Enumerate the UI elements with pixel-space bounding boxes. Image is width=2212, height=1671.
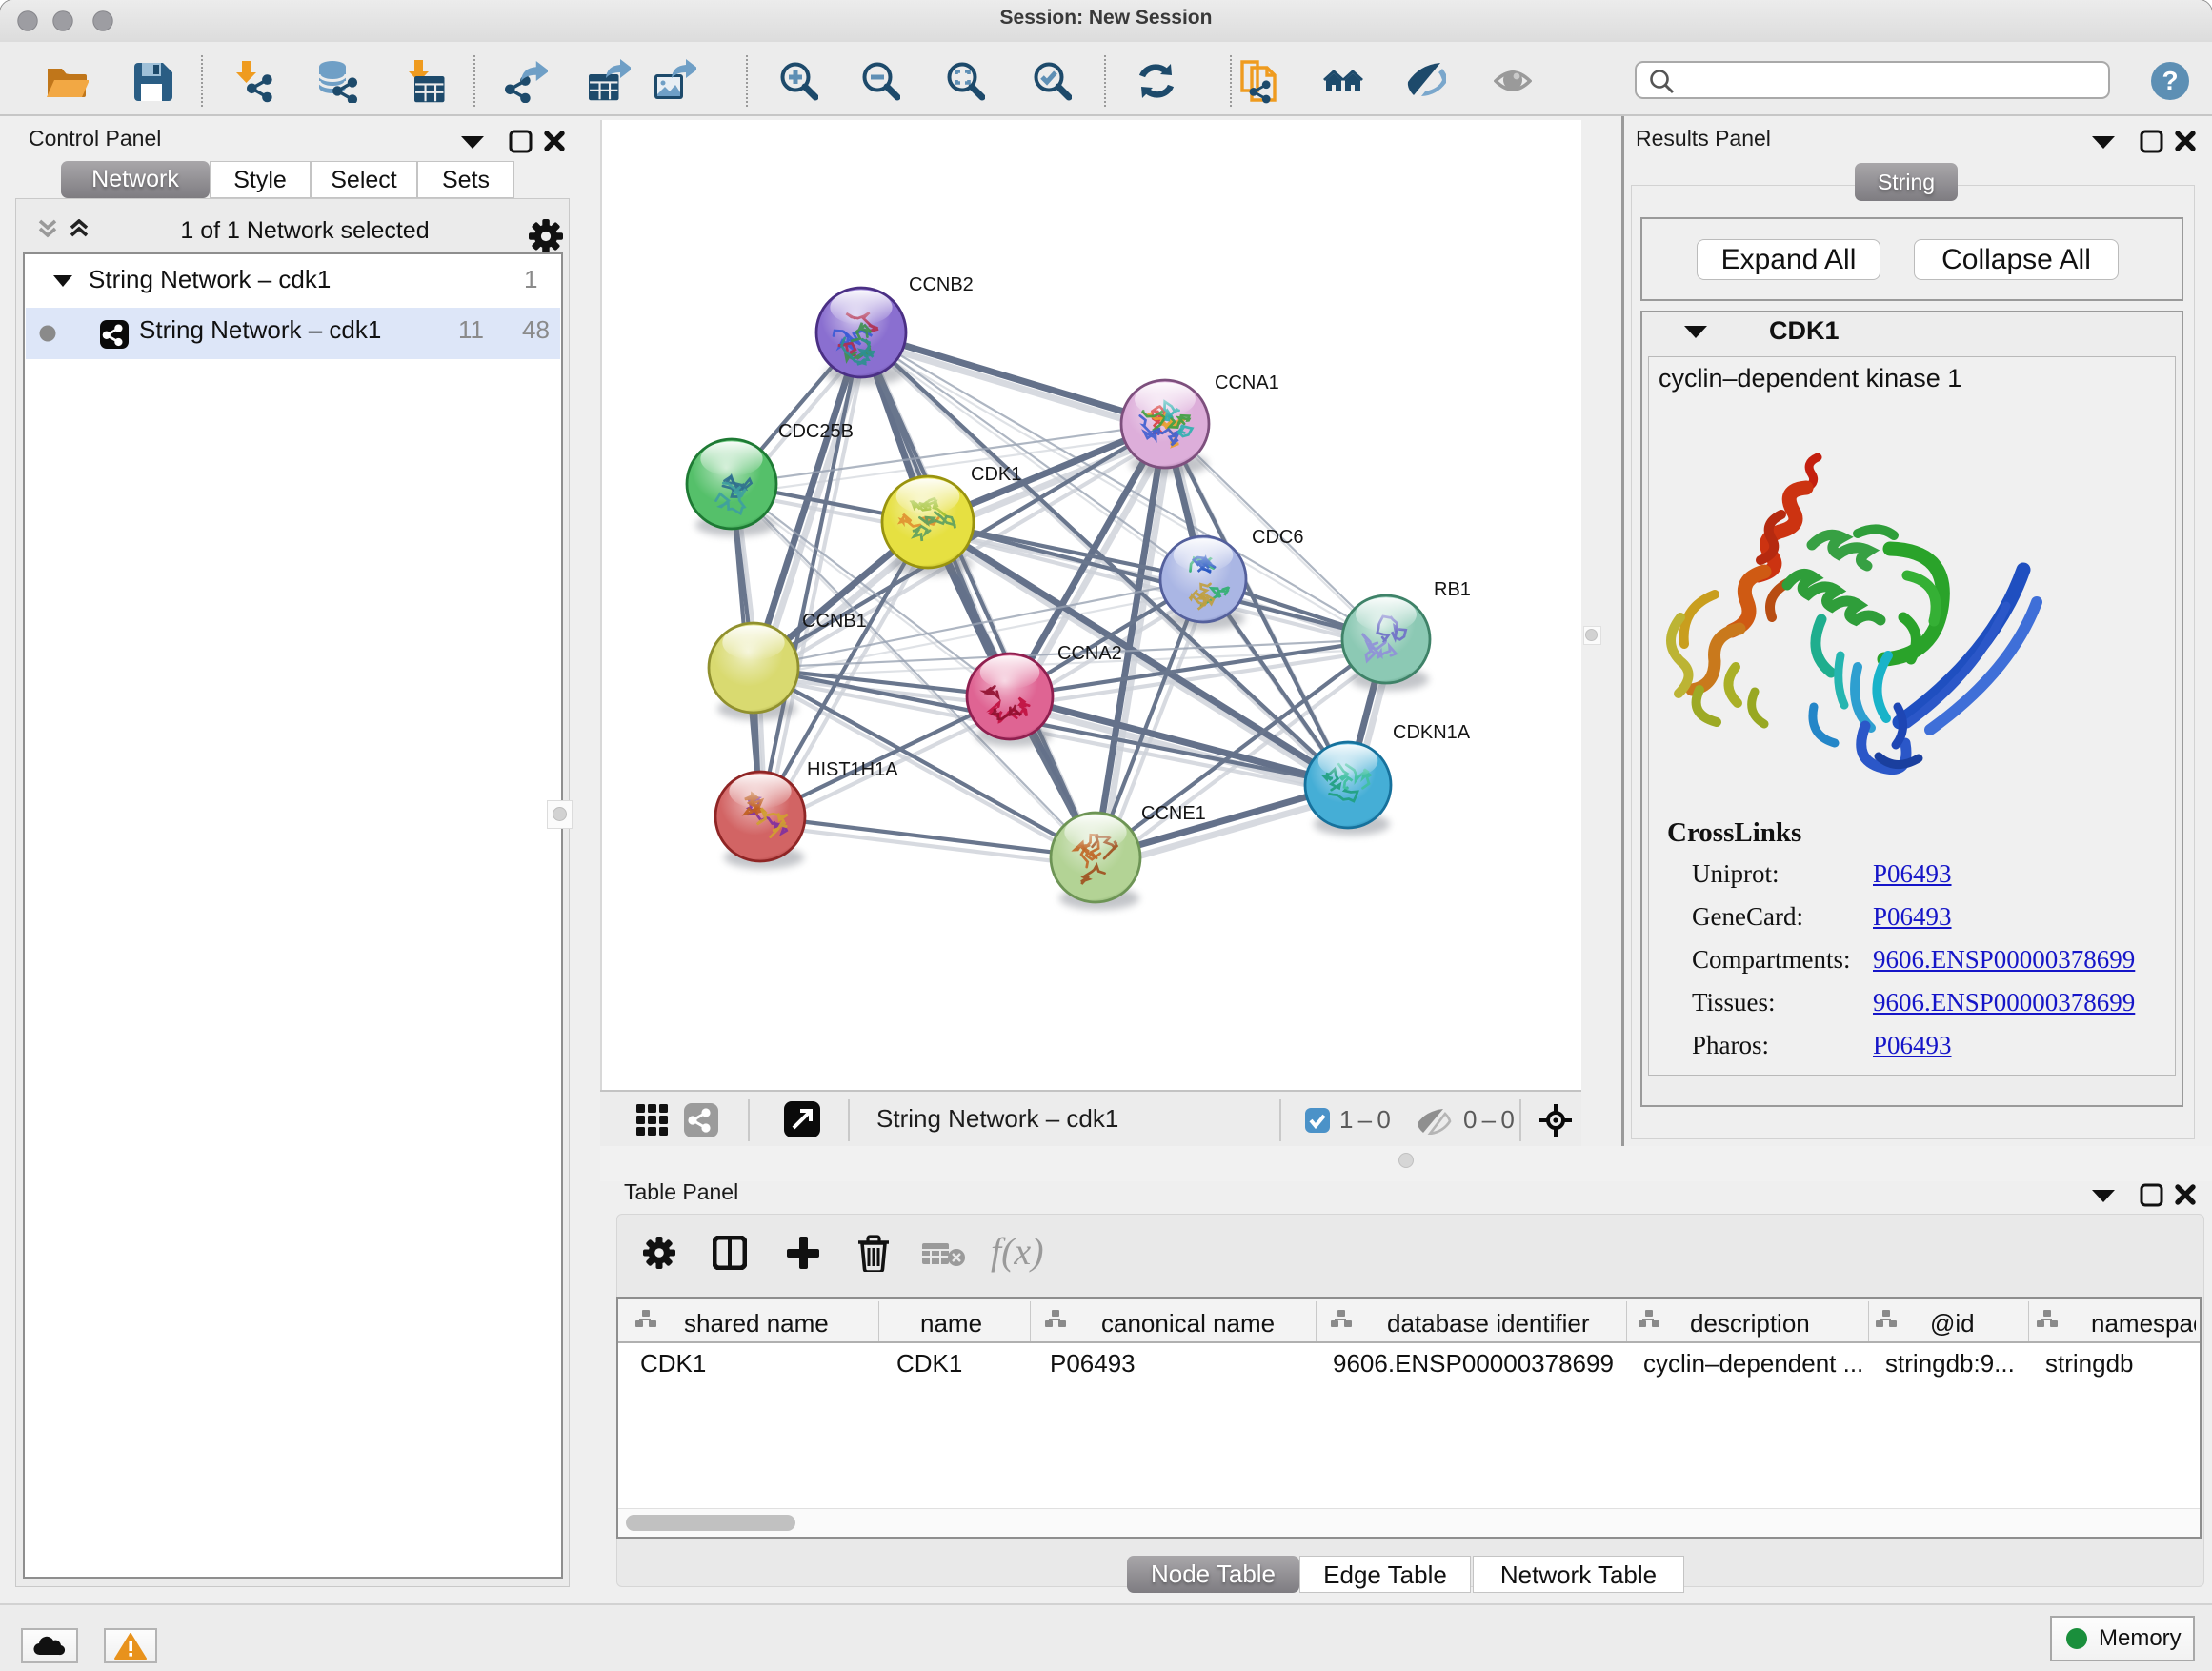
svg-text:CCNA1: CCNA1 (1215, 372, 1279, 393)
svg-text:CCNE1: CCNE1 (1141, 803, 1206, 824)
svg-text:CDC25B: CDC25B (778, 421, 854, 442)
svg-text:CDK1: CDK1 (971, 464, 1021, 485)
svg-text:HIST1H1A: HIST1H1A (807, 759, 898, 780)
svg-text:CCNB1: CCNB1 (802, 611, 867, 632)
svg-text:RB1: RB1 (1434, 579, 1471, 600)
svg-text:CDKN1A: CDKN1A (1393, 722, 1471, 743)
svg-text:CCNB2: CCNB2 (909, 274, 974, 295)
svg-text:CCNA2: CCNA2 (1057, 643, 1122, 664)
svg-text:?: ? (2162, 66, 2178, 95)
svg-text:CDC6: CDC6 (1252, 527, 1303, 548)
